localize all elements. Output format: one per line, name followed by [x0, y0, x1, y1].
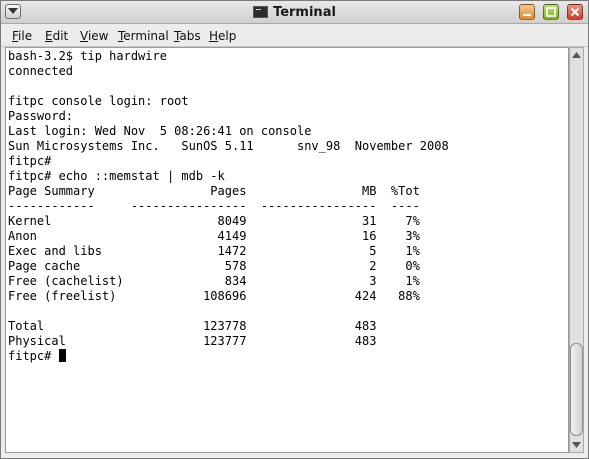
vertical-scrollbar[interactable]: [569, 47, 584, 453]
close-button[interactable]: [567, 4, 583, 20]
menu-edit-mnemonic: E: [45, 29, 53, 43]
terminal-line: fitpc console login: root: [8, 94, 189, 108]
terminal-line: bash-3.2$ tip hardwire: [8, 49, 167, 63]
minimize-icon: [523, 14, 531, 16]
arrow-down-icon: [572, 442, 581, 448]
terminal-output-area[interactable]: bash-3.2$ tip hardwire connected fitpc c…: [5, 47, 569, 453]
menu-terminal[interactable]: Terminal: [118, 28, 169, 44]
menu-view-mnemonic: V: [80, 29, 88, 43]
terminal-line: Sun Microsystems Inc. SunOS 5.11 snv_98 …: [8, 139, 449, 153]
terminal-line: Kernel 8049 31 7%: [8, 214, 420, 228]
title-wrap: Terminal: [1, 1, 588, 23]
menu-help[interactable]: Help: [209, 28, 236, 44]
arrow-up-icon: [572, 52, 581, 58]
menu-file[interactable]: File: [12, 28, 32, 44]
terminal-line: Physical 123777 483: [8, 334, 377, 348]
terminal-line: Password:: [8, 109, 74, 123]
terminal-line: Total 123778 483: [8, 319, 377, 333]
terminal-line: fitpc# echo ::memstat | mdb -k: [8, 169, 225, 183]
terminal-line: Last login: Wed Nov 5 08:26:41 on consol…: [8, 124, 312, 138]
terminal-line: fitpc#: [8, 154, 52, 168]
terminal-app-icon: [253, 6, 269, 18]
scroll-down-button[interactable]: [570, 438, 583, 452]
menu-help-label: elp: [218, 29, 237, 43]
terminal-line: ------------ ---------------- ----------…: [8, 199, 420, 213]
scroll-up-button[interactable]: [570, 48, 583, 62]
close-icon: [570, 7, 580, 17]
menu-view-label: iew: [87, 29, 109, 43]
menu-edit-label: dit: [52, 29, 69, 43]
terminal-line: Exec and libs 1472 5 1%: [8, 244, 420, 258]
menu-help-mnemonic: H: [209, 29, 219, 43]
terminal-line: connected: [8, 64, 74, 78]
menu-view[interactable]: View: [80, 28, 108, 44]
menu-tabs[interactable]: Tabs: [174, 28, 201, 44]
maximize-button[interactable]: [543, 4, 559, 20]
minimize-button[interactable]: [519, 4, 535, 20]
scrollbar-thumb[interactable]: [570, 343, 583, 436]
terminal-line: Free (cachelist) 834 3 1%: [8, 274, 420, 288]
terminal-window: Terminal File Edit View Terminal Tabs He…: [0, 0, 589, 459]
window-title: Terminal: [273, 4, 336, 20]
menu-tabs-label: abs: [179, 29, 201, 43]
terminal-line: Free (freelist) 108696 424 88%: [8, 289, 420, 303]
text-cursor: [58, 349, 66, 362]
terminal-line: Page Summary Pages MB %Tot: [8, 184, 420, 198]
title-bar[interactable]: Terminal: [1, 1, 588, 24]
terminal-prompt: fitpc#: [8, 349, 59, 363]
maximize-icon: [546, 7, 556, 17]
menu-bar: File Edit View Terminal Tabs Help: [1, 24, 588, 47]
terminal-line: Page cache 578 2 0%: [8, 259, 420, 273]
terminal-line: Anon 4149 16 3%: [8, 229, 420, 243]
menu-edit[interactable]: Edit: [45, 28, 68, 44]
menu-file-label: ile: [18, 29, 33, 43]
terminal-text: bash-3.2$ tip hardwire connected fitpc c…: [8, 49, 449, 364]
menu-terminal-label: erminal: [123, 29, 169, 43]
